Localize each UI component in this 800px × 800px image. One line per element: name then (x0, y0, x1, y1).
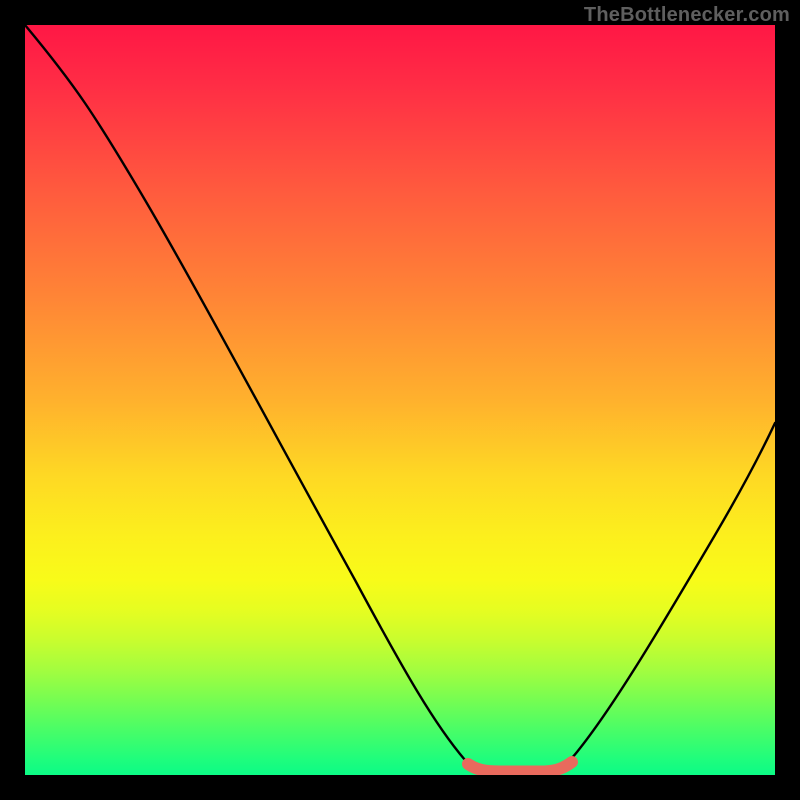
chart-container: TheBottlenecker.com (0, 0, 800, 800)
curve-layer (25, 25, 775, 775)
plot-area (25, 25, 775, 775)
bottleneck-curve (25, 25, 775, 771)
trough-highlight (468, 762, 572, 772)
watermark-text: TheBottlenecker.com (584, 4, 790, 27)
